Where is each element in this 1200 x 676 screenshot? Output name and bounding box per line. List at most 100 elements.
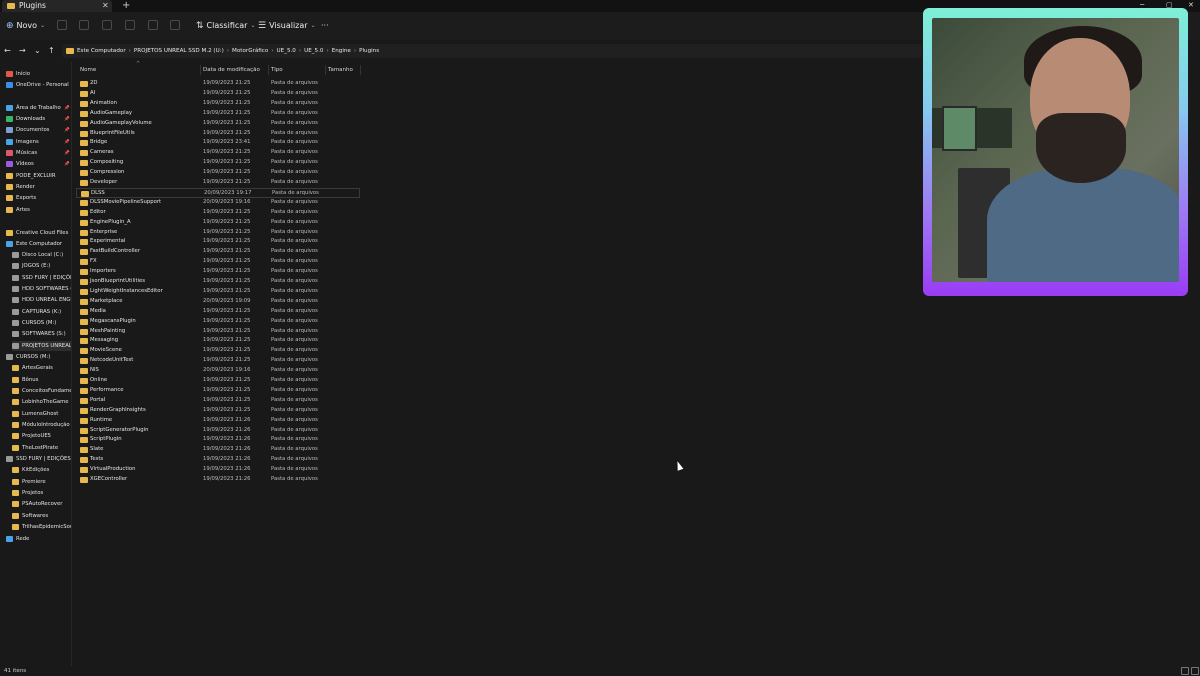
table-row[interactable]: MovieScene 19/09/2023 21:25 Pasta de arqui… — [76, 346, 360, 356]
sidebar-item[interactable]: MóduloIntrodução — [12, 420, 71, 430]
sidebar-item[interactable]: Premiere — [12, 477, 71, 487]
table-row[interactable]: RenderGraphInsights 19/09/2023 21:25 Pasta… — [76, 406, 360, 416]
sidebar-item[interactable]: Artes — [6, 205, 71, 215]
breadcrumb-item[interactable]: Plugins — [359, 48, 379, 54]
table-row[interactable]: Media 19/09/2023 21:25 Pasta de arquivos — [76, 307, 360, 317]
table-row[interactable]: Runtime 19/09/2023 21:26 Pasta de arquivos — [76, 416, 360, 426]
table-row[interactable]: XGEController 19/09/2023 21:26 Pasta de ar… — [76, 475, 360, 485]
table-row[interactable]: ScriptGeneratorPlugin 19/09/2023 21:26 Pas… — [76, 426, 360, 436]
sidebar-item[interactable]: KitEdições — [12, 465, 71, 475]
table-row[interactable]: NetcodeUnitTest 19/09/2023 21:25 Pasta de … — [76, 356, 360, 366]
chevron-right-icon[interactable]: › — [354, 48, 356, 54]
sidebar-item[interactable]: Softwares — [12, 511, 71, 521]
table-row[interactable]: 2D 19/09/2023 21:25 Pasta de arquivos — [76, 79, 360, 89]
tiles-view-icon[interactable] — [1191, 667, 1199, 675]
sidebar-item[interactable]: CURSOS (M:) — [6, 352, 71, 362]
column-divider[interactable] — [325, 65, 326, 75]
sidebar-item[interactable]: Área de Trabalho 📌 — [6, 103, 71, 113]
forward-button[interactable]: → — [19, 45, 26, 57]
sidebar-item[interactable]: Rede — [6, 534, 71, 544]
sidebar-item[interactable]: Músicas 📌 — [6, 148, 71, 158]
up-button[interactable]: ↑ — [48, 45, 55, 57]
table-row[interactable]: Tests 19/09/2023 21:26 Pasta de arquivos — [76, 455, 360, 465]
tab-close-button[interactable]: ✕ — [102, 1, 109, 11]
table-row[interactable]: FX 19/09/2023 21:25 Pasta de arquivos — [76, 257, 360, 267]
table-row[interactable]: Experimental 19/09/2023 21:25 Pasta de arq… — [76, 237, 360, 247]
cut-icon[interactable] — [57, 20, 67, 30]
table-row[interactable]: Performance 19/09/2023 21:25 Pasta de arqu… — [76, 386, 360, 396]
table-row[interactable]: JsonBlueprintUtilities 19/09/2023 21:25 Pa… — [76, 277, 360, 287]
sort-button[interactable]: ⇅ Classificar ⌄ — [196, 20, 255, 32]
recent-locations-button[interactable]: ⌄ — [34, 45, 41, 57]
table-row[interactable]: EnginePlugin_A 19/09/2023 21:25 Pasta de a… — [76, 218, 360, 228]
sidebar-item[interactable]: LobinhoTheGame — [12, 397, 71, 407]
details-view-icon[interactable] — [1181, 667, 1189, 675]
delete-icon[interactable] — [170, 20, 180, 30]
sidebar-item[interactable]: HDD SOFTWARES ( — [12, 284, 71, 294]
table-row[interactable]: MeshPainting 19/09/2023 21:25 Pasta de arq… — [76, 327, 360, 337]
rename-icon[interactable] — [125, 20, 135, 30]
chevron-right-icon[interactable]: › — [326, 48, 328, 54]
breadcrumb-item[interactable]: Este Computador — [77, 48, 126, 54]
table-row[interactable]: DLSS 20/09/2023 19:17 Pasta de arquivos — [76, 187, 360, 198]
sidebar-item[interactable]: Este Computador — [6, 239, 71, 249]
table-row[interactable]: Bridge 19/09/2023 23:41 Pasta de arquivos — [76, 138, 360, 148]
table-row[interactable]: Marketplace 20/09/2023 19:09 Pasta de arqu… — [76, 297, 360, 307]
sidebar-item[interactable]: PODE_EXCLUIR — [6, 171, 71, 181]
chevron-right-icon[interactable]: › — [299, 48, 301, 54]
sidebar-item[interactable]: Imagens 📌 — [6, 137, 71, 147]
sidebar-item[interactable]: OneDrive - Personal — [6, 80, 71, 90]
sidebar-item[interactable]: SSD FURY | EDIÇÕE — [12, 273, 71, 283]
sidebar-item[interactable]: CURSOS (M:) — [12, 318, 71, 328]
column-divider[interactable] — [268, 65, 269, 75]
sidebar-item[interactable]: SSD FURY | EDIÇÕES — [6, 454, 71, 464]
column-header-size[interactable]: Tamanho — [328, 65, 353, 75]
table-row[interactable]: AudioGameplay 19/09/2023 21:25 Pasta de ar… — [76, 109, 360, 119]
breadcrumb-item[interactable]: PROJETOS UNREAL SSD M.2 (U:) — [134, 48, 224, 54]
sidebar-item[interactable]: Creative Cloud Files — [6, 228, 71, 238]
table-row[interactable]: Enterprise 19/09/2023 21:25 Pasta de arqui… — [76, 228, 360, 238]
table-row[interactable]: AI 19/09/2023 21:25 Pasta de arquivos — [76, 89, 360, 99]
sidebar-item[interactable]: Downloads 📌 — [6, 114, 71, 124]
sidebar-item[interactable]: CAPTURAS (K:) — [12, 307, 71, 317]
sidebar-item[interactable]: Exports — [6, 193, 71, 203]
sidebar-item[interactable]: Render — [6, 182, 71, 192]
column-header-type[interactable]: Tipo — [271, 65, 283, 75]
sidebar-item[interactable]: ProjetoUE5 — [12, 431, 71, 441]
copy-icon[interactable] — [79, 20, 89, 30]
column-divider[interactable] — [200, 65, 201, 75]
table-row[interactable]: Compression 19/09/2023 21:25 Pasta de arqu… — [76, 168, 360, 178]
chevron-right-icon[interactable]: › — [129, 48, 131, 54]
table-row[interactable]: LightWeightInstancesEditor 19/09/2023 21:… — [76, 287, 360, 297]
table-row[interactable]: Importers 19/09/2023 21:25 Pasta de arquiv… — [76, 267, 360, 277]
paste-icon[interactable] — [102, 20, 112, 30]
sidebar-item[interactable]: Disco Local (C:) — [12, 250, 71, 260]
column-header-date[interactable]: Data de modificação — [203, 65, 260, 75]
table-row[interactable]: Cameras 19/09/2023 21:25 Pasta de arquivos — [76, 148, 360, 158]
breadcrumb-item[interactable]: UE_5.0 — [277, 48, 296, 54]
table-row[interactable]: Messaging 19/09/2023 21:25 Pasta de arquiv… — [76, 336, 360, 346]
tab-plugins[interactable]: Plugins ✕ — [2, 0, 112, 12]
sidebar-item[interactable]: SOFTWARES (S:) — [12, 329, 71, 339]
table-row[interactable]: Developer 19/09/2023 21:25 Pasta de arquiv… — [76, 178, 360, 188]
chevron-right-icon[interactable]: › — [271, 48, 273, 54]
sidebar-item[interactable]: PROJETOS UNREAL — [12, 341, 71, 351]
table-row[interactable]: NIS 20/09/2023 19:16 Pasta de arquivos — [76, 366, 360, 376]
column-header-name[interactable]: Nome — [80, 65, 96, 75]
table-row[interactable]: MegascansPlugin 19/09/2023 21:25 Pasta de … — [76, 317, 360, 327]
close-window-button[interactable]: ✕ — [1188, 0, 1194, 10]
table-row[interactable]: BlueprintFileUtils 19/09/2023 21:25 Pasta … — [76, 129, 360, 139]
sidebar-item[interactable]: LumensGhost — [12, 409, 71, 419]
breadcrumb-item[interactable]: MotorGráfico — [232, 48, 268, 54]
sidebar-item[interactable]: Documentos 📌 — [6, 125, 71, 135]
new-button[interactable]: ⊕ Novo ⌄ — [6, 20, 45, 32]
sidebar-item[interactable]: TheLostPirate — [12, 443, 71, 453]
table-row[interactable]: Compositing 19/09/2023 21:25 Pasta de arqu… — [76, 158, 360, 168]
more-button[interactable]: ··· — [321, 20, 329, 32]
table-row[interactable]: Editor 19/09/2023 21:25 Pasta de arquivos — [76, 208, 360, 218]
breadcrumb[interactable]: Este Computador › PROJETOS UNREAL SSD M.2 … — [62, 44, 922, 58]
breadcrumb-item[interactable]: Engine — [332, 48, 351, 54]
sidebar-item[interactable]: PSAutoRecover — [12, 499, 71, 509]
table-row[interactable]: FastBuildController 19/09/2023 21:25 Pasta… — [76, 247, 360, 257]
sidebar-item[interactable]: Projetos — [12, 488, 71, 498]
